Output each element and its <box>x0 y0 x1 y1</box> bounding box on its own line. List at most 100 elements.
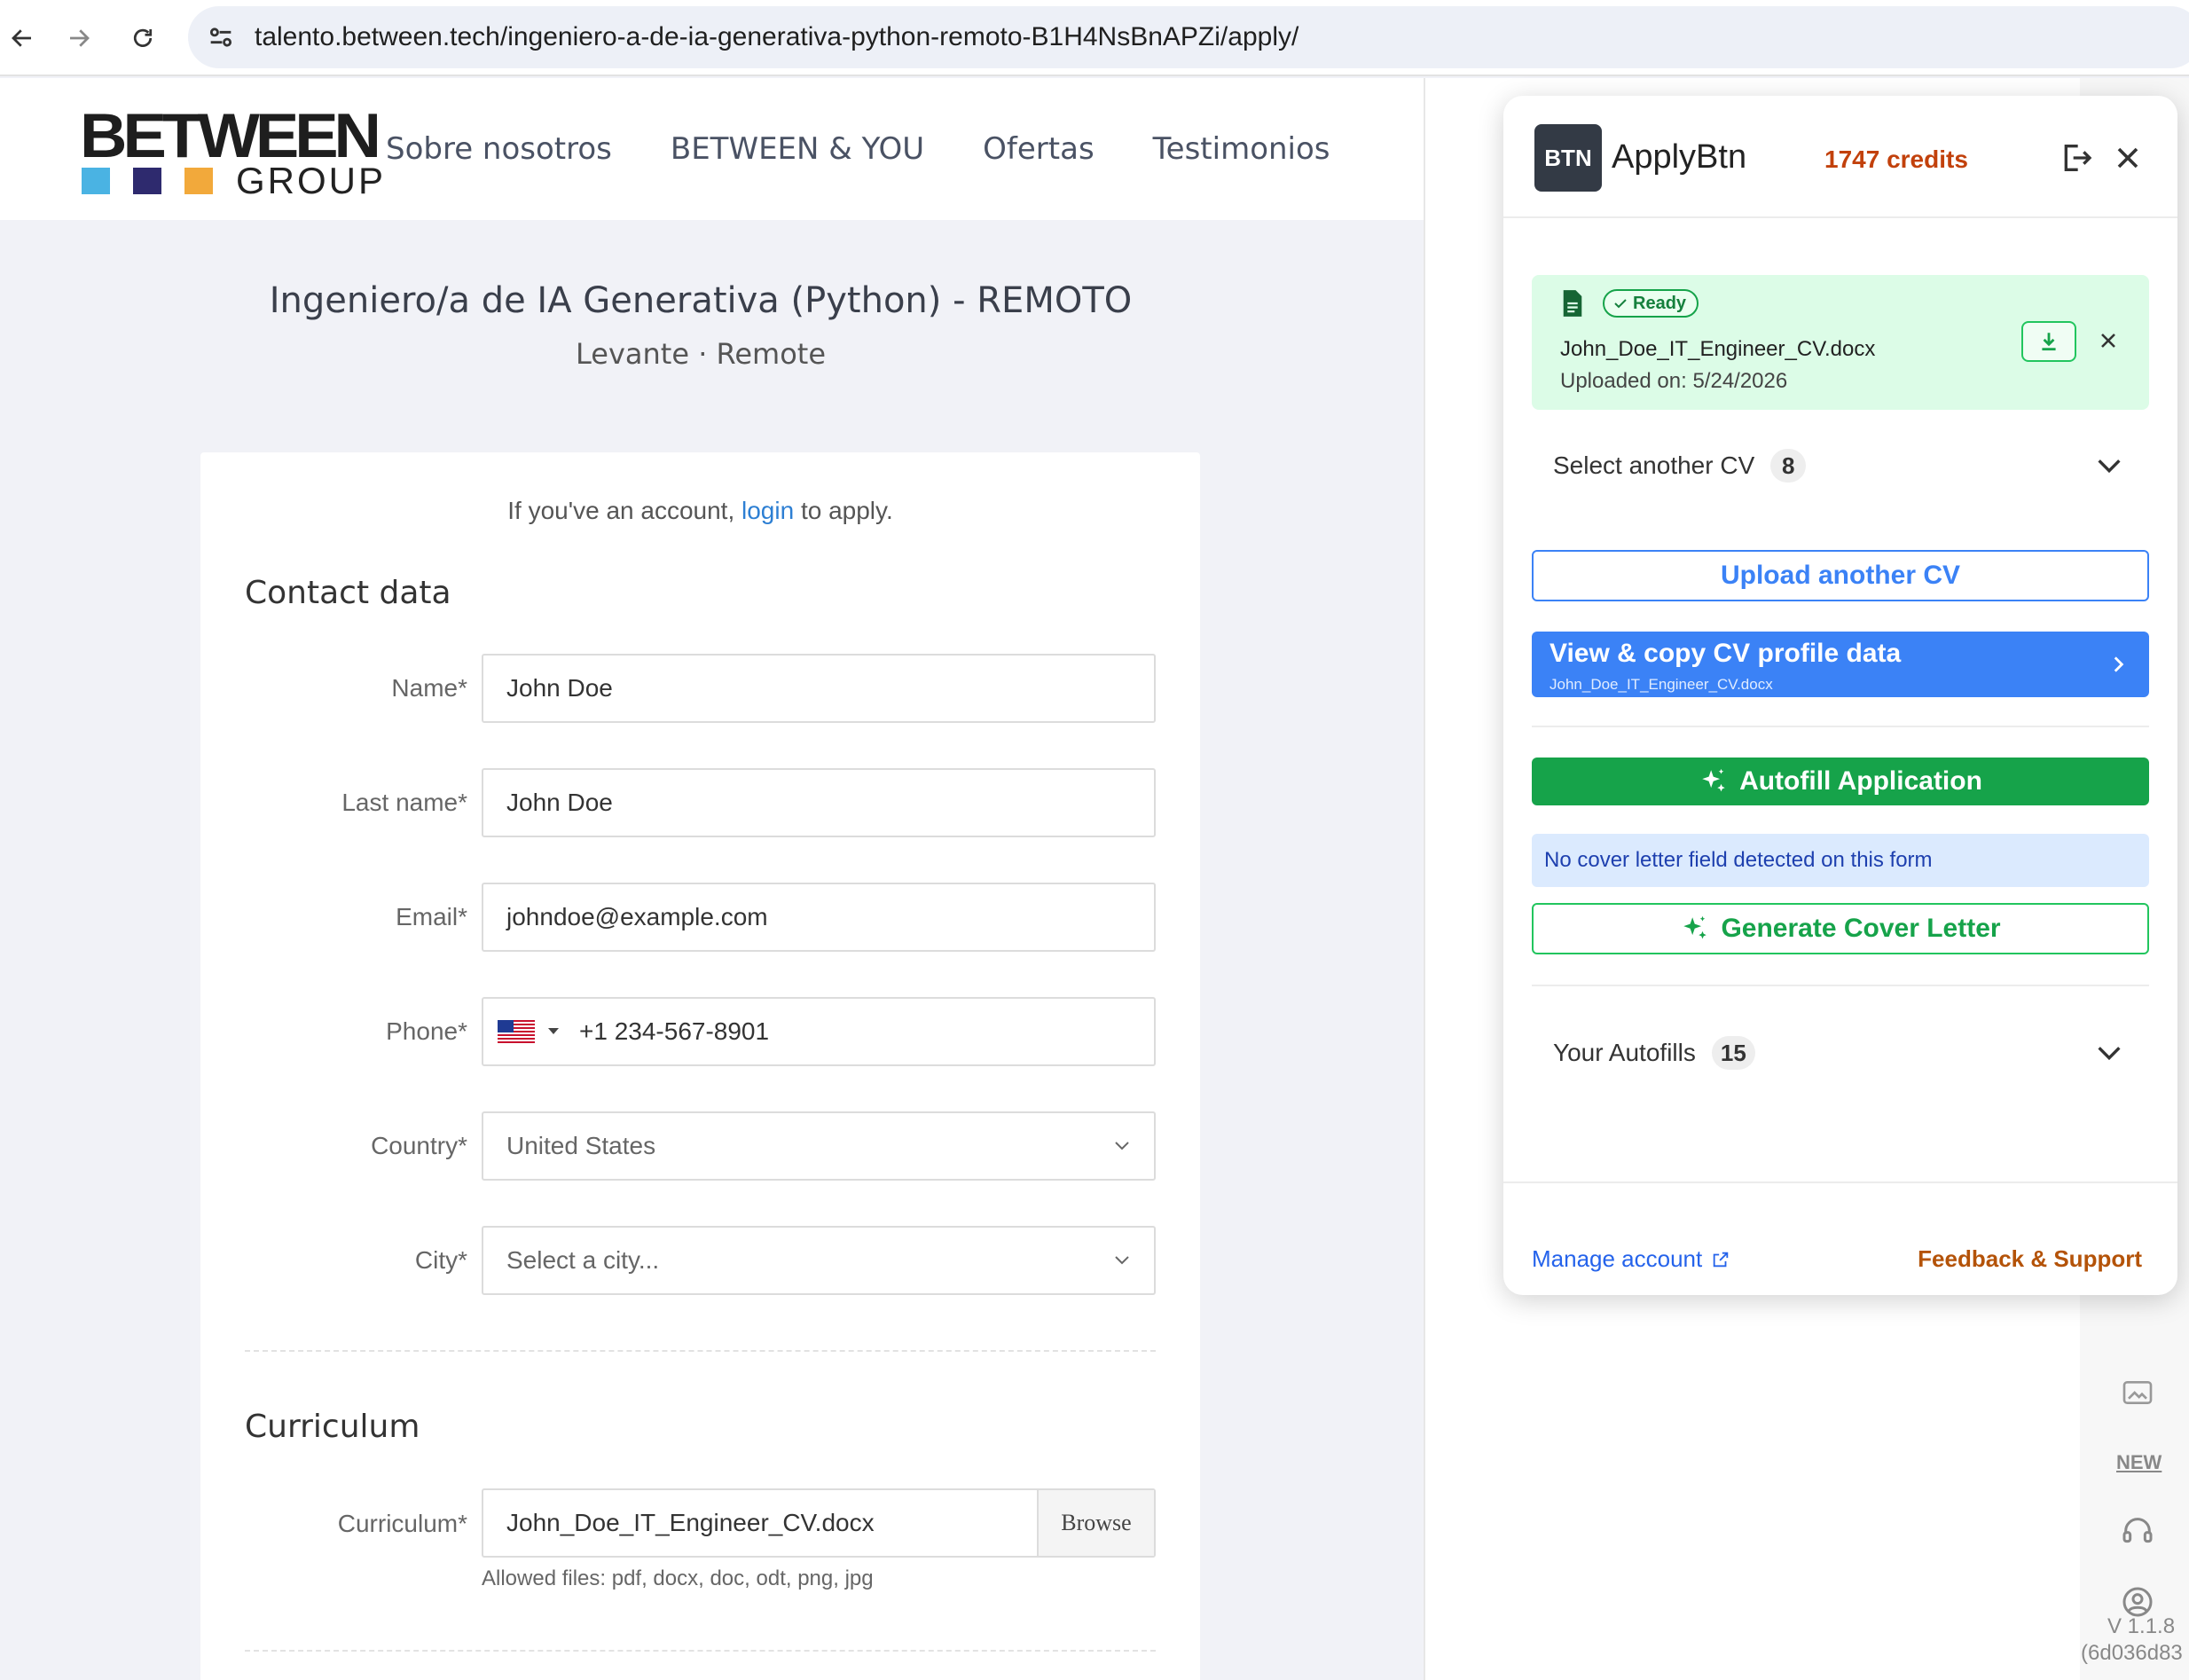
view-copy-cv-button[interactable]: View & copy CV profile data John_Doe_IT_… <box>1532 632 2149 697</box>
email-value: johndoe@example.com <box>506 903 768 930</box>
applybtn-panel: BTN ApplyBtn 1747 credits Ready John_Doe… <box>1503 96 2177 1295</box>
browse-button[interactable]: Browse <box>1037 1490 1154 1556</box>
city-select[interactable]: Select a city... <box>482 1226 1156 1295</box>
new-badge[interactable]: NEW <box>2116 1451 2162 1474</box>
ready-badge: Ready <box>1603 289 1699 318</box>
image-icon[interactable] <box>2120 1375 2155 1410</box>
cv-count-badge: 8 <box>1770 449 1807 483</box>
logo-square-cyan <box>82 168 110 194</box>
autofills-label: Your Autofills <box>1553 1039 1696 1066</box>
ready-text: Ready <box>1633 293 1687 313</box>
nav-link-testimonios[interactable]: Testimonios <box>1153 131 1330 167</box>
sparkles-icon <box>1702 768 1725 792</box>
select-another-cv-row[interactable]: Select another CV 8 <box>1553 449 1807 483</box>
us-flag-icon[interactable] <box>498 1020 535 1043</box>
curriculum-file-input[interactable]: John_Doe_IT_Engineer_CV.docx Browse <box>482 1488 1156 1558</box>
external-link-icon <box>1714 1252 1729 1267</box>
version-text: V 1.1.8 <box>2107 1614 2176 1638</box>
cv-filename: John_Doe_IT_Engineer_CV.docx <box>1560 337 1876 361</box>
autofill-label: Autofill Application <box>1739 766 1982 796</box>
chevron-down-icon <box>1115 1256 1129 1265</box>
chevron-right-icon <box>2114 656 2124 672</box>
panel-divider <box>1532 985 2149 986</box>
phone-input[interactable]: +1 234-567-8901 <box>482 997 1156 1066</box>
chevron-down-icon[interactable] <box>2094 1038 2124 1068</box>
job-title: Ingeniero/a de IA Generativa (Python) - … <box>269 280 1133 321</box>
site-header: BETWEEN GROUP Sobre nosotros BETWEEN & Y… <box>0 78 1424 220</box>
lastname-value: John Doe <box>506 789 613 816</box>
url-host: talento.between.tech <box>255 22 500 51</box>
caret-down-icon[interactable] <box>547 1027 560 1036</box>
lastname-label: Last name* <box>341 789 467 816</box>
site-settings-icon[interactable] <box>206 22 236 52</box>
applybtn-logo: BTN <box>1534 124 1602 192</box>
login-link[interactable]: login <box>741 497 794 524</box>
download-icon <box>2042 333 2056 351</box>
country-select[interactable]: United States <box>482 1111 1156 1181</box>
browser-toolbar: talento.between.tech/ingeniero-a-de-ia-g… <box>0 0 2189 76</box>
nav-link-sobre-nosotros[interactable]: Sobre nosotros <box>386 131 612 167</box>
sparkles-icon <box>1683 915 1707 939</box>
logout-icon[interactable] <box>2059 140 2094 176</box>
nav-link-between-you[interactable]: BETWEEN & YOU <box>671 131 924 167</box>
name-label: Name* <box>391 674 467 702</box>
select-cv-label: Select another CV <box>1553 451 1755 479</box>
forward-icon[interactable] <box>57 16 101 60</box>
country-label: Country* <box>371 1132 467 1159</box>
download-cv-button[interactable] <box>2021 321 2076 362</box>
no-cover-letter-notice: No cover letter field detected on this f… <box>1532 834 2149 887</box>
city-placeholder: Select a city... <box>506 1246 660 1274</box>
country-value: United States <box>506 1132 656 1159</box>
main-nav: Sobre nosotros BETWEEN & YOU Ofertas Tes… <box>386 131 1330 167</box>
upload-another-cv-button[interactable]: Upload another CV <box>1532 550 2149 601</box>
build-text: (6d036d83 <box>2081 1641 2183 1665</box>
panel-header: BTN ApplyBtn 1747 credits <box>1503 96 2177 218</box>
nav-link-ofertas[interactable]: Ofertas <box>983 131 1094 167</box>
view-copy-filename: John_Doe_IT_Engineer_CV.docx <box>1550 676 1773 693</box>
check-icon <box>1614 299 1627 309</box>
back-icon[interactable] <box>0 16 44 60</box>
address-bar[interactable]: talento.between.tech/ingeniero-a-de-ia-g… <box>188 6 2189 68</box>
email-label: Email* <box>396 903 467 930</box>
contact-section-title: Contact data <box>245 575 451 611</box>
document-icon <box>1563 290 1582 317</box>
selected-cv-card: Ready John_Doe_IT_Engineer_CV.docx Uploa… <box>1532 275 2149 410</box>
close-icon[interactable] <box>2110 140 2146 176</box>
city-label: City* <box>414 1246 467 1274</box>
login-prompt: If you've an account, login to apply. <box>200 497 1200 525</box>
name-input[interactable]: John Doe <box>482 654 1156 723</box>
autofill-application-button[interactable]: Autofill Application <box>1532 758 2149 805</box>
logo-square-orange <box>184 168 213 194</box>
reload-icon[interactable] <box>121 16 165 60</box>
brand-name: ApplyBtn <box>1612 138 1747 176</box>
autofills-count-badge: 15 <box>1711 1036 1755 1070</box>
generate-cover-label: Generate Cover Letter <box>1721 914 2001 943</box>
email-input[interactable]: johndoe@example.com <box>482 883 1156 952</box>
phone-value: +1 234-567-8901 <box>579 1017 770 1045</box>
your-autofills-row[interactable]: Your Autofills 15 <box>1553 1036 1755 1070</box>
manage-account-label: Manage account <box>1532 1245 1703 1272</box>
remove-cv-icon[interactable] <box>2096 328 2121 353</box>
feedback-support-link[interactable]: Feedback & Support <box>1918 1245 2142 1273</box>
curriculum-filename: John_Doe_IT_Engineer_CV.docx <box>506 1509 875 1536</box>
allowed-files-hint: Allowed files: pdf, docx, doc, odt, png,… <box>482 1566 874 1590</box>
section-divider <box>245 1650 1156 1652</box>
logo-square-navy <box>133 168 161 194</box>
manage-account-link[interactable]: Manage account <box>1532 1245 1730 1273</box>
curriculum-label: Curriculum* <box>337 1510 467 1537</box>
panel-divider <box>1532 726 2149 727</box>
chevron-down-icon[interactable] <box>2094 451 2124 481</box>
curriculum-section-title: Curriculum <box>245 1409 420 1445</box>
name-value: John Doe <box>506 674 613 702</box>
job-location: Levante · Remote <box>576 337 826 371</box>
section-divider <box>245 1350 1156 1352</box>
headset-icon[interactable] <box>2120 1513 2155 1549</box>
logo-wordmark[interactable]: BETWEEN <box>80 104 381 167</box>
login-suffix: to apply. <box>794 497 893 524</box>
chevron-down-icon <box>1115 1142 1129 1150</box>
cv-upload-date: Uploaded on: 5/24/2026 <box>1560 369 1788 393</box>
generate-cover-letter-button[interactable]: Generate Cover Letter <box>1532 903 2149 954</box>
credits-count: 1747 credits <box>1824 145 1968 173</box>
phone-label: Phone* <box>386 1017 467 1045</box>
lastname-input[interactable]: John Doe <box>482 768 1156 837</box>
